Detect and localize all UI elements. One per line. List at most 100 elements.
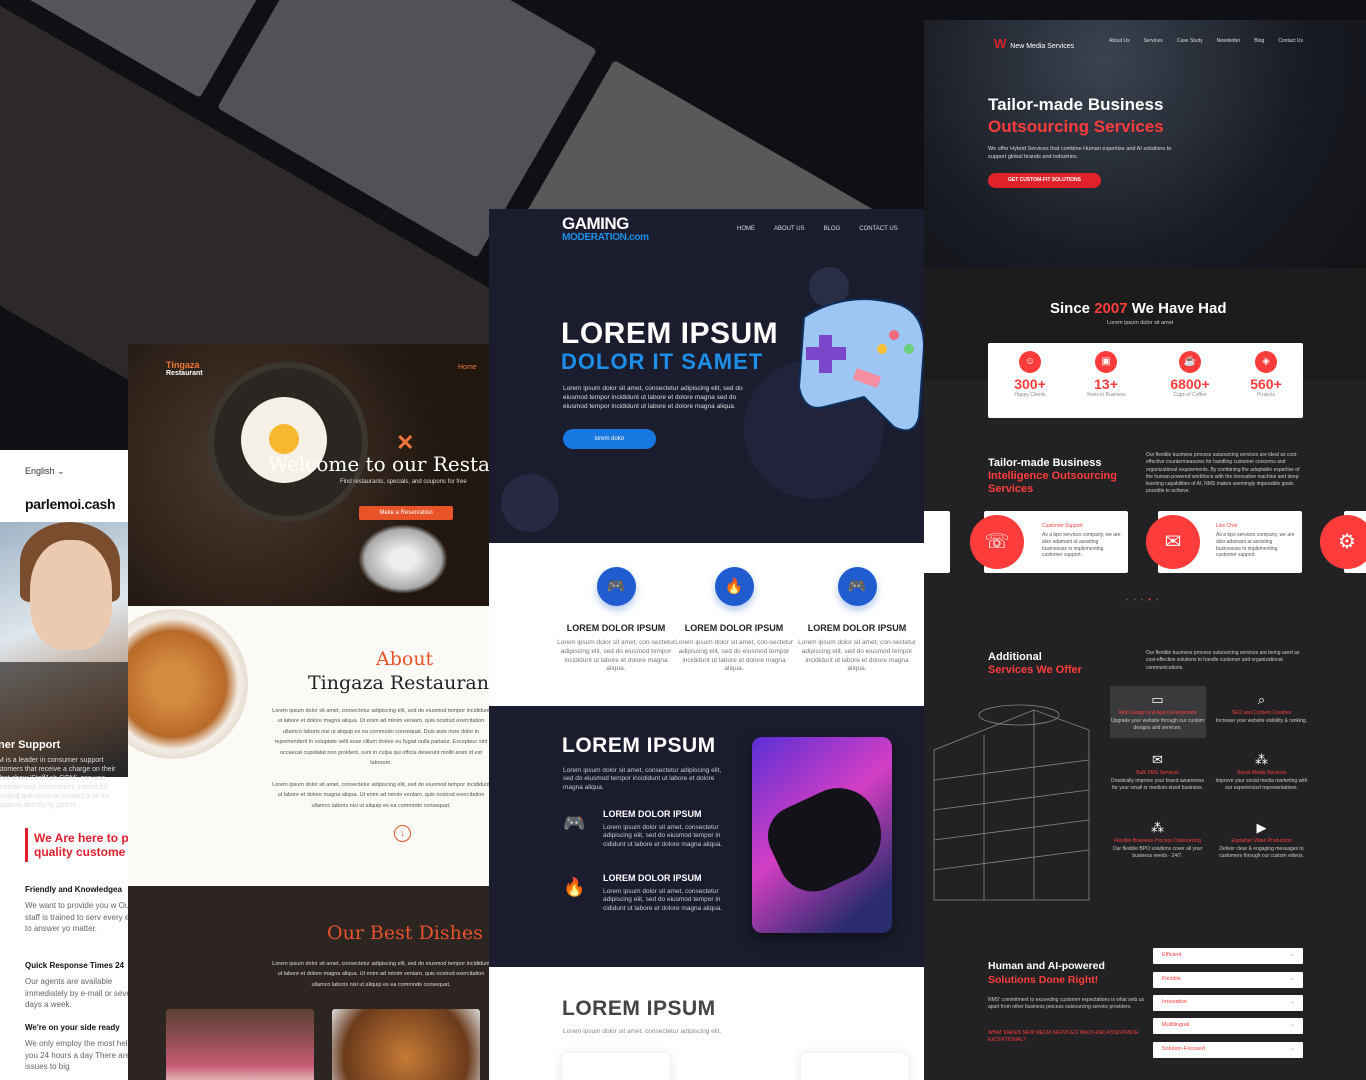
gamepad-icon: 🎮 (563, 813, 586, 833)
service-grid-item[interactable]: ▭ Web Design and App Development Upgrade y… (1110, 692, 1205, 732)
parlemoi-page: English ⌄ parlemoi.cash ner Support M is… (0, 450, 128, 1080)
gaming-hero: GAMING MODERATION.com HOME ABOUT US BLOG CO… (489, 209, 924, 543)
grid-title: Web Design and App Development (1118, 710, 1197, 716)
section-paragraph-3: Lorem ipsum dolor sit amet, consectetur … (563, 1028, 722, 1035)
nav-home-link[interactable]: Home (458, 364, 477, 371)
grid-text: Upgrade your website through our custom … (1110, 718, 1205, 731)
carousel-dots[interactable]: ••••• (1126, 597, 1163, 604)
tingaza-page: Tingaza Restaurant Home ✕ Welcome to our… (128, 344, 489, 1080)
gaming-logo-sub: MODERATION.com (562, 232, 649, 243)
grid-title: SEO and Content Creation (1231, 710, 1292, 716)
nav-about[interactable]: About Us (1109, 38, 1130, 44)
quality-heading: We Are here to p quality custome (34, 831, 128, 860)
nav-blog[interactable]: BLOG (824, 226, 841, 232)
about-paragraph: Lorem ipsum dolor sit amet, consectetur … (272, 708, 489, 767)
flame-icon: 🔥 (563, 877, 586, 897)
additional-heading-accent: Services We Offer (988, 664, 1082, 676)
monitor-icon: ▭ (1151, 692, 1164, 707)
since-subtitle: Lorem ipsum dolor sit amet (1107, 320, 1174, 326)
exceptional-link[interactable]: WHAT MAKES NEW MEDIA SERVICES' BACK-END … (988, 1030, 1148, 1045)
chevron-down-icon: ⌄ (1289, 976, 1295, 982)
nav-contact[interactable]: CONTACT US (859, 226, 897, 232)
accordion-label: Multilingual (1162, 1022, 1190, 1028)
grid-text: Deliver clear & engaging messages to cus… (1219, 846, 1304, 859)
gaming-logo[interactable]: GAMING (562, 214, 629, 234)
service-icon: ⚙ (1320, 515, 1366, 569)
gaming-nav: HOME ABOUT US BLOG CONTACT US (737, 226, 917, 232)
content-card[interactable] (801, 1053, 909, 1080)
language-select[interactable]: English ⌄ (25, 466, 65, 477)
nav-services[interactable]: Services (1144, 38, 1163, 44)
stat-label: Happy Clients (1014, 392, 1046, 398)
grid-title: Explainer Video Production (1231, 838, 1292, 844)
service-grid-item[interactable]: ⁂ Flexible Business Process Outsourcing Ou… (1110, 820, 1205, 860)
hero-heading: Tailor-made Business (988, 95, 1164, 114)
service-grid-item[interactable]: ⌕ SEO and Content Creation Increase your w… (1214, 692, 1309, 725)
chat-icon: ✉ (1146, 515, 1200, 569)
sms-icon: ✉ (1152, 752, 1163, 767)
accordion-item[interactable]: Flexible ⌄ (1153, 972, 1303, 988)
language-label[interactable]: English (25, 466, 55, 476)
nms-logo[interactable]: W New Media Services (994, 36, 1074, 51)
about-heading: About (376, 648, 434, 670)
service-card-partial[interactable] (924, 511, 950, 573)
accordion-item[interactable]: Multilingual ⌄ (1153, 1018, 1303, 1034)
stat-item: ▣ 13+ Years in Business (1076, 351, 1136, 398)
tingaza-logo[interactable]: Tingaza (166, 360, 199, 370)
accordion-item[interactable]: Efficient ⌄ (1153, 948, 1303, 964)
accordion-label: Efficient (1162, 952, 1182, 958)
hero-subtitle: Find restaurants, specials, and coupons … (340, 479, 467, 485)
nav-blog[interactable]: Blog (1254, 38, 1264, 44)
feature-card: 🎮 LOREM DOLOR IPSUM Lorem ipsum dolor si… (797, 567, 917, 674)
accordion-label: Solution-Focused (1162, 1046, 1205, 1052)
ai-heading: Human and AI-powered (988, 960, 1105, 972)
service-text: As a bpo services company, we are also a… (1042, 532, 1121, 559)
stat-number: 560+ (1250, 376, 1282, 392)
parlemoi-logo[interactable]: parlemoi.cash (25, 496, 116, 512)
additional-paragraph: Our flexible business process outsourcin… (1146, 650, 1300, 671)
hero-cta-button[interactable]: lorem dolor (563, 429, 656, 449)
accordion-item[interactable]: Solution-Focused ⌄ (1153, 1042, 1303, 1058)
nav-about[interactable]: ABOUT US (774, 226, 805, 232)
nav-case-study[interactable]: Case Study (1177, 38, 1203, 44)
feature-text: Lorem ipsum dolor sit amet, con-sectetur… (557, 639, 675, 673)
nav-home[interactable]: HOME (737, 226, 755, 232)
list-item-text: Lorem ipsum dolor sit amet, consectetur … (603, 888, 723, 912)
chevron-down-icon: ⌄ (1289, 999, 1295, 1005)
support-title: ner Support (0, 739, 61, 751)
feature-title: LOREM DOLOR IPSUM (566, 623, 666, 633)
since-text-a: Since (1050, 300, 1095, 317)
dishes-paragraph: Lorem ipsum dolor sit amet, consectetur … (272, 961, 489, 988)
service-grid-item[interactable]: ✉ Bulk SMS Services Drastically improve yo… (1110, 752, 1205, 792)
content-card[interactable] (562, 1053, 670, 1080)
chevron-down-icon: ⌄ (1289, 952, 1295, 958)
reservation-button[interactable]: Make a Reservation (359, 506, 453, 520)
bi-paragraph: Our flexible business process outsourcin… (1146, 452, 1300, 495)
stat-number: 13+ (1094, 376, 1118, 392)
hero-heading-accent: Outsourcing Services (988, 117, 1164, 136)
grid-text: Our flexible BPO solutions cover all you… (1112, 846, 1203, 859)
feature-text: Lorem ipsum dolor sit amet, con-sectetur… (675, 639, 793, 673)
grid-text: Drastically improve your brand awareness… (1110, 778, 1205, 791)
dish-image[interactable] (166, 1009, 314, 1080)
scroll-down-icon[interactable]: ↓ (394, 825, 411, 842)
service-grid-item[interactable]: ▶ Explainer Video Production Deliver clear… (1214, 820, 1309, 860)
gaming-moderation-page: GAMING MODERATION.com HOME ABOUT US BLOG CO… (489, 209, 924, 1080)
gamepad-illustration (797, 298, 924, 432)
accordion-item[interactable]: Innovative ⌄ (1153, 995, 1303, 1011)
custom-solutions-button[interactable]: GET CUSTOM-FIT SOLUTIONS (988, 173, 1101, 188)
nav-contact[interactable]: Contact Us (1278, 38, 1303, 44)
stat-item: ◈ 560+ Projects (1236, 351, 1296, 398)
dish-image[interactable] (332, 1009, 480, 1080)
salt-pile (358, 524, 448, 594)
ai-heading-accent: Solutions Done Right! (988, 974, 1099, 986)
agent-face (30, 540, 112, 650)
bi-heading-accent: Intelligence Outsourcing Services (988, 470, 1117, 496)
service-grid-item[interactable]: ⁂ Social Media Services Improve your socia… (1214, 752, 1309, 792)
showcase-collage: English ⌄ parlemoi.cash ner Support M is… (0, 0, 1366, 1080)
grid-title: Social Media Services (1236, 770, 1287, 776)
restaurant-hero: Tingaza Restaurant Home ✕ Welcome to our… (128, 344, 489, 606)
decor-circle (501, 474, 559, 532)
chevron-down-icon: ⌄ (1289, 1046, 1295, 1052)
nav-newsletter[interactable]: Newsletter (1217, 38, 1241, 44)
